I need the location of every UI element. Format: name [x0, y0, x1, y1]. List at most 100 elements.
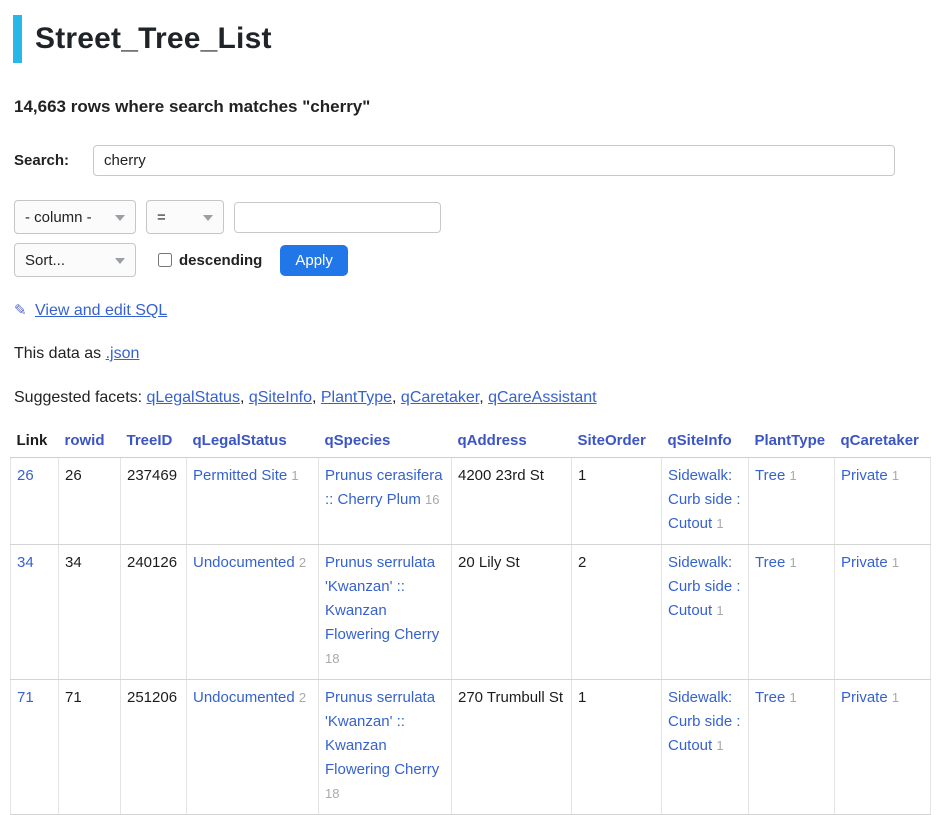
cell-rowid: 34: [59, 545, 121, 680]
cell-qcaretaker: Private 1: [835, 680, 931, 815]
cell-qaddress: 20 Lily St: [452, 545, 572, 680]
cell-qaddress: 4200 23rd St: [452, 458, 572, 545]
cell-link: 71: [11, 680, 59, 815]
pencil-icon: ✎: [14, 302, 27, 319]
column-header-qspecies: qSpecies: [319, 428, 452, 458]
facet-link-qlegalstatus[interactable]: qLegalStatus: [147, 389, 240, 406]
facet-link-qcareassistant[interactable]: qCareAssistant: [488, 389, 597, 406]
table-header-row: Link rowid TreeID qLegalStatus qSpecies …: [11, 428, 931, 458]
facet-count: 18: [325, 786, 339, 801]
sql-line: ✎ View and edit SQL: [14, 301, 930, 320]
cell-qlegalstatus: Permitted Site 1: [187, 458, 319, 545]
sort-link-qsiteinfo[interactable]: qSiteInfo: [668, 432, 732, 449]
search-input[interactable]: [93, 145, 895, 176]
row-detail-link[interactable]: 26: [17, 467, 34, 484]
cell-qcaretaker: Private 1: [835, 545, 931, 680]
sort-link-rowid[interactable]: rowid: [65, 432, 105, 449]
column-header-qlegalstatus: qLegalStatus: [187, 428, 319, 458]
json-link[interactable]: .json: [106, 345, 140, 362]
sort-link-qcaretaker[interactable]: qCaretaker: [841, 432, 919, 449]
facet-separator: ,: [312, 389, 321, 406]
facet-count: 2: [299, 555, 306, 570]
facet-value-link[interactable]: Private: [841, 689, 888, 706]
descending-label[interactable]: descending: [179, 252, 262, 269]
facet-count: 1: [716, 603, 723, 618]
suggested-facets: Suggested facets: qLegalStatus, qSiteInf…: [14, 389, 930, 407]
facet-value-link[interactable]: Tree: [755, 554, 785, 571]
accent-bar: [13, 15, 22, 63]
facet-value-link[interactable]: Sidewalk: Curb side : Cutout: [668, 554, 741, 619]
sort-link-treeid[interactable]: TreeID: [127, 432, 173, 449]
facet-separator: ,: [479, 389, 488, 406]
column-select-wrap: - column -: [14, 200, 136, 234]
column-header-link: Link: [11, 428, 59, 458]
sort-link-planttype[interactable]: PlantType: [755, 432, 826, 449]
apply-button[interactable]: Apply: [280, 245, 348, 276]
page-title: Street_Tree_List: [35, 22, 272, 56]
cell-planttype: Tree 1: [749, 458, 835, 545]
facet-link-planttype[interactable]: PlantType: [321, 389, 392, 406]
column-header-qaddress: qAddress: [452, 428, 572, 458]
sort-link-qaddress[interactable]: qAddress: [458, 432, 527, 449]
facet-value-link[interactable]: Tree: [755, 689, 785, 706]
facet-count: 1: [716, 738, 723, 753]
facet-count: 18: [325, 651, 339, 666]
table-row: 34 34 240126 Undocumented 2 Prunus serru…: [11, 545, 931, 680]
column-header-rowid: rowid: [59, 428, 121, 458]
cell-planttype: Tree 1: [749, 545, 835, 680]
filter-value-input[interactable]: [234, 202, 441, 233]
cell-planttype: Tree 1: [749, 680, 835, 815]
facet-link-qcaretaker[interactable]: qCaretaker: [401, 389, 479, 406]
facet-value-link[interactable]: Prunus serrulata 'Kwanzan' :: Kwanzan Fl…: [325, 554, 439, 643]
facet-value-link[interactable]: Prunus serrulata 'Kwanzan' :: Kwanzan Fl…: [325, 689, 439, 778]
page: Street_Tree_List 14,663 rows where searc…: [0, 0, 940, 815]
facet-count: 1: [892, 468, 899, 483]
cell-siteorder: 2: [572, 545, 662, 680]
chevron-down-icon: [203, 215, 213, 221]
sort-link-qspecies[interactable]: qSpecies: [325, 432, 391, 449]
column-select[interactable]: - column -: [15, 201, 122, 233]
sort-link-qlegalstatus[interactable]: qLegalStatus: [193, 432, 287, 449]
page-header: Street_Tree_List: [13, 15, 930, 63]
sort-row: Sort... descending Apply: [14, 243, 930, 277]
facet-value-link[interactable]: Private: [841, 467, 888, 484]
facet-count: 1: [789, 555, 796, 570]
facet-separator: ,: [240, 389, 249, 406]
filter-row: - column - =: [14, 200, 930, 234]
data-as-line: This data as .json: [14, 345, 930, 363]
view-edit-sql-link[interactable]: View and edit SQL: [35, 302, 167, 319]
cell-qlegalstatus: Undocumented 2: [187, 680, 319, 815]
cell-siteorder: 1: [572, 680, 662, 815]
row-detail-link[interactable]: 71: [17, 689, 34, 706]
data-as-prefix: This data as: [14, 345, 106, 362]
cell-qsiteinfo: Sidewalk: Curb side : Cutout 1: [662, 545, 749, 680]
operator-select[interactable]: =: [147, 201, 196, 233]
facet-value-link[interactable]: Permitted Site: [193, 467, 287, 484]
cell-qlegalstatus: Undocumented 2: [187, 545, 319, 680]
cell-qsiteinfo: Sidewalk: Curb side : Cutout 1: [662, 680, 749, 815]
cell-link: 34: [11, 545, 59, 680]
cell-treeid: 237469: [121, 458, 187, 545]
facet-link-qsiteinfo[interactable]: qSiteInfo: [249, 389, 312, 406]
facet-count: 16: [425, 492, 439, 507]
facet-value-link[interactable]: Tree: [755, 467, 785, 484]
cell-qaddress: 270 Trumbull St: [452, 680, 572, 815]
row-detail-link[interactable]: 34: [17, 554, 34, 571]
descending-checkbox[interactable]: [158, 253, 172, 267]
table-row: 71 71 251206 Undocumented 2 Prunus serru…: [11, 680, 931, 815]
facet-value-link[interactable]: Sidewalk: Curb side : Cutout: [668, 467, 741, 532]
sort-link-siteorder[interactable]: SiteOrder: [578, 432, 646, 449]
facet-value-link[interactable]: Undocumented: [193, 554, 295, 571]
facet-value-link[interactable]: Sidewalk: Curb side : Cutout: [668, 689, 741, 754]
facet-count: 1: [789, 690, 796, 705]
results-table: Link rowid TreeID qLegalStatus qSpecies …: [10, 428, 931, 815]
operator-select-wrap: =: [146, 200, 224, 234]
facet-value-link[interactable]: Private: [841, 554, 888, 571]
facet-count: 2: [299, 690, 306, 705]
search-form: Search:: [14, 145, 895, 176]
row-count-summary: 14,663 rows where search matches "cherry…: [14, 97, 930, 117]
column-header-treeid: TreeID: [121, 428, 187, 458]
sort-select[interactable]: Sort...: [15, 244, 96, 276]
facet-count: 1: [291, 468, 298, 483]
facet-value-link[interactable]: Undocumented: [193, 689, 295, 706]
